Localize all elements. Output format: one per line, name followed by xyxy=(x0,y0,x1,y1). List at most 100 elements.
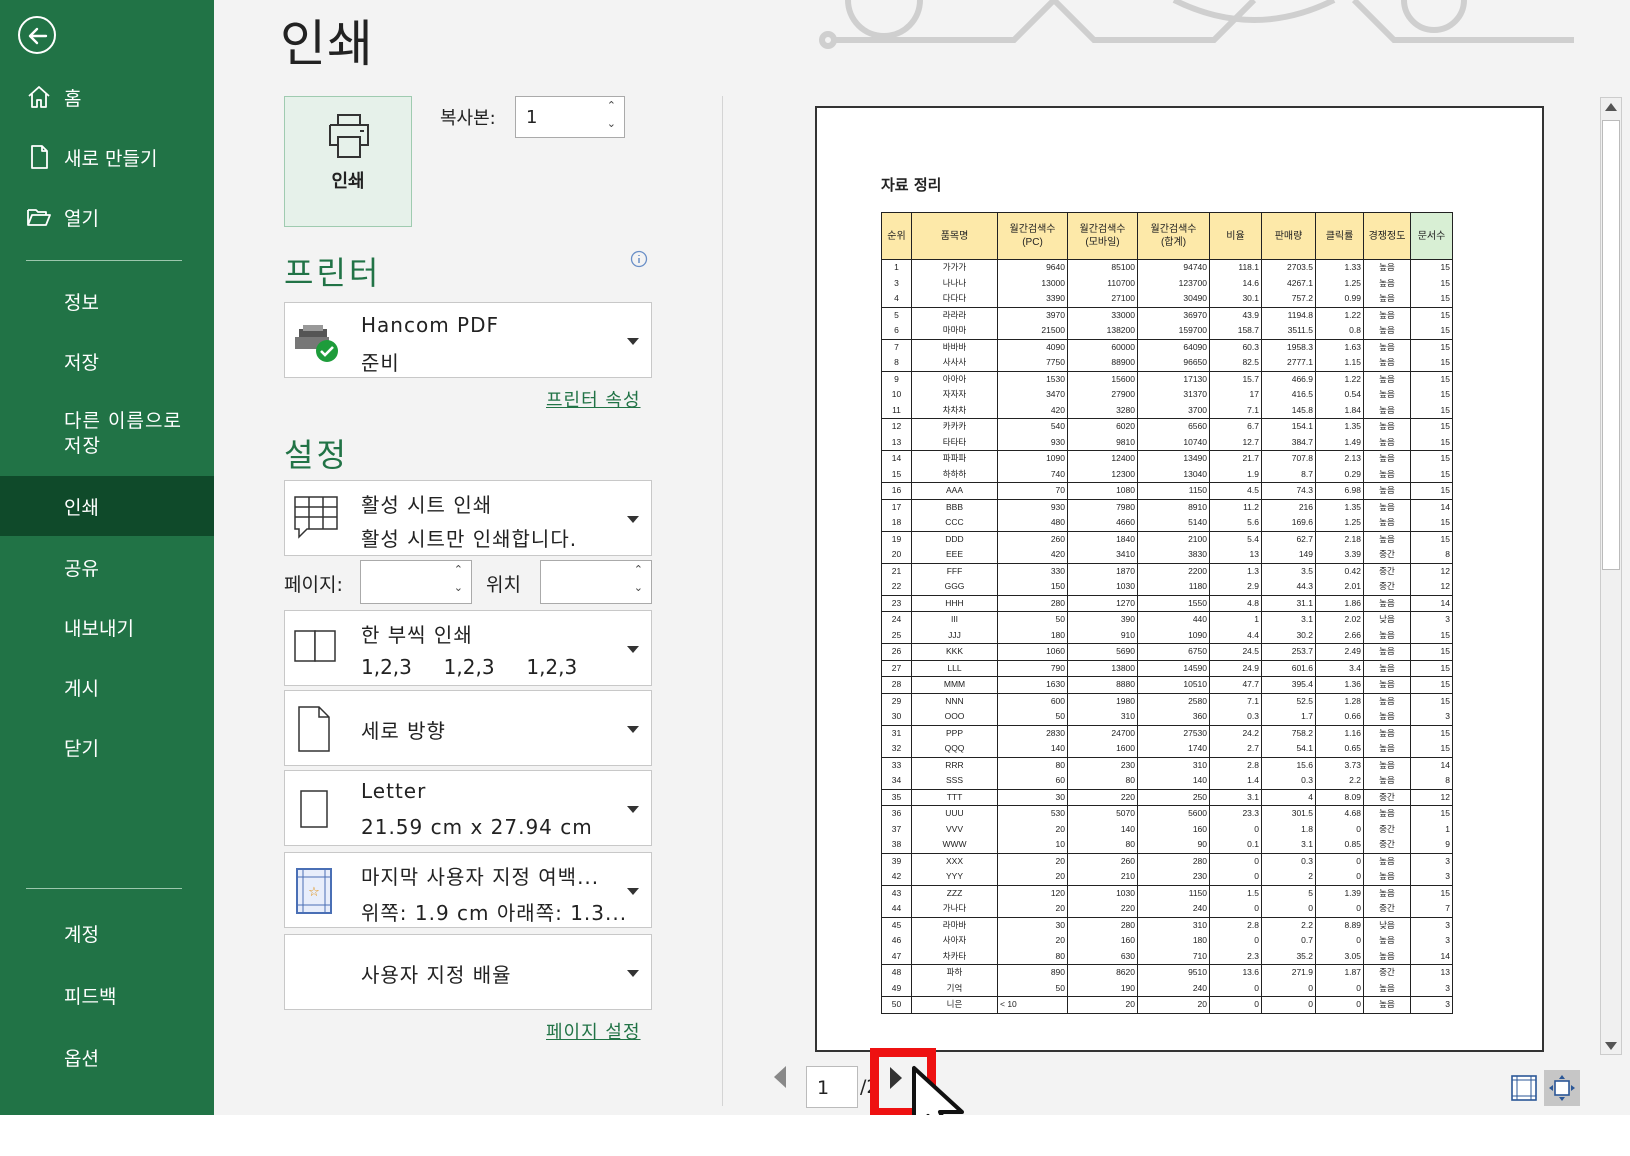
scaling-dropdown[interactable]: 사용자 지정 배율 xyxy=(284,934,652,1010)
table-cell: 140 xyxy=(1067,821,1138,837)
table-cell: 12 xyxy=(1410,788,1453,806)
table-cell: 890 xyxy=(997,964,1068,981)
nav-account[interactable]: 계정 xyxy=(0,906,214,960)
scroll-up-icon[interactable] xyxy=(1605,103,1617,111)
page-setup-link[interactable]: 페이지 설정 xyxy=(546,1018,641,1044)
back-arrow-icon[interactable] xyxy=(18,16,56,54)
scrollbar-thumb[interactable] xyxy=(1602,120,1620,570)
pane-divider xyxy=(722,96,723,1106)
collate-dropdown[interactable]: 한 부씩 인쇄 1,2,3 1,2,3 1,2,3 xyxy=(284,610,652,686)
nav-feedback[interactable]: 피드백 xyxy=(0,968,214,1022)
table-cell: 110700 xyxy=(1067,275,1138,291)
table-row: 9 아아아 1530 15600 17130 15.7 466.9 1.22 높음 15 xyxy=(881,370,1453,387)
table-header-cell: 월간검색수 (모바일) xyxy=(1067,212,1138,260)
table-cell: 14 xyxy=(1410,498,1453,515)
table-cell: 1958.3 xyxy=(1261,338,1316,355)
table-cell: 12400 xyxy=(1067,450,1138,467)
table-cell: 47.7 xyxy=(1209,676,1262,693)
table-cell: 180 xyxy=(997,627,1068,644)
printer-dropdown[interactable]: Hancom PDF 준비 xyxy=(284,302,652,378)
table-cell: 1.33 xyxy=(1315,259,1364,276)
table-cell: 149 xyxy=(1261,547,1316,563)
table-cell: 18 xyxy=(881,515,912,531)
pages-to-spinner[interactable]: ⌃ ⌄ xyxy=(540,560,652,604)
settings-section-title: 설정 xyxy=(284,436,349,474)
table-cell: 1.84 xyxy=(1315,402,1364,419)
table-row: 12 카카카 540 6020 6560 6.7 154.1 1.35 높음 15 xyxy=(881,418,1453,435)
chevron-down-icon[interactable]: ⌄ xyxy=(607,117,616,130)
nav-print[interactable]: 인쇄 xyxy=(0,476,214,536)
nav-options[interactable]: 옵션 xyxy=(0,1030,214,1084)
table-cell: 140 xyxy=(1137,773,1210,789)
table-cell: 9510 xyxy=(1137,964,1210,981)
chevron-down-icon[interactable]: ⌄ xyxy=(454,581,463,594)
scroll-down-icon[interactable] xyxy=(1605,1042,1617,1050)
table-cell: 74.3 xyxy=(1261,482,1316,499)
table-cell: 3.4 xyxy=(1315,659,1364,677)
previous-page-icon[interactable] xyxy=(774,1066,786,1088)
table-cell: 12 xyxy=(881,418,912,435)
print-button-label: 인쇄 xyxy=(331,171,365,192)
nav-close[interactable]: 닫기 xyxy=(0,720,214,774)
table-cell: 15 xyxy=(1410,434,1453,451)
table-cell: 4.5 xyxy=(1209,482,1262,499)
table-cell: LLL xyxy=(911,659,998,677)
table-cell: 중간 xyxy=(1363,821,1411,837)
chevron-up-icon[interactable]: ⌃ xyxy=(454,563,463,576)
print-scope-dropdown[interactable]: 활성 시트 인쇄 활성 시트만 인쇄합니다. xyxy=(284,480,652,556)
pages-from-spinner[interactable]: ⌃ ⌄ xyxy=(360,560,472,604)
table-cell: 540 xyxy=(997,418,1068,435)
preview-scrollbar[interactable] xyxy=(1600,97,1622,1055)
table-row: 37 VVV 20 140 160 0 1.8 0 중간 1 xyxy=(881,821,1453,837)
table-cell: 사사사 xyxy=(911,355,998,371)
table-cell: 13 xyxy=(1209,547,1262,563)
info-icon[interactable] xyxy=(630,250,648,268)
zoom-to-page-button[interactable] xyxy=(1544,1070,1580,1106)
table-cell: 30 xyxy=(881,709,912,725)
chevron-up-icon[interactable]: ⌃ xyxy=(634,563,643,576)
table-cell: 3511.5 xyxy=(1261,323,1316,339)
nav-save[interactable]: 저장 xyxy=(0,334,214,388)
table-cell: 7750 xyxy=(997,355,1068,371)
table-cell: 높음 xyxy=(1363,676,1411,693)
table-cell: 253.7 xyxy=(1261,643,1316,660)
table-cell: VVV xyxy=(911,821,998,837)
paper-size-dropdown[interactable]: Letter 21.59 cm x 27.94 cm xyxy=(284,770,652,846)
nav-publish[interactable]: 게시 xyxy=(0,660,214,714)
table-cell: 80 xyxy=(997,756,1068,773)
table-cell: RRR xyxy=(911,756,998,773)
margins-dropdown[interactable]: ☆ 마지막 사용자 지정 여백... 위쪽: 1.9 cm 아래쪽: 1.3..… xyxy=(284,852,652,928)
nav-new[interactable]: 새로 만들기 xyxy=(0,130,214,184)
nav-save-as[interactable]: 다른 이름으로 저장 xyxy=(0,396,214,472)
nav-info[interactable]: 정보 xyxy=(0,274,214,328)
nav-share[interactable]: 공유 xyxy=(0,540,214,594)
chevron-up-icon[interactable]: ⌃ xyxy=(607,99,616,112)
print-scope-title: 활성 시트 인쇄 xyxy=(361,493,493,517)
table-cell: 높음 xyxy=(1363,450,1411,467)
table-cell: 0.1 xyxy=(1209,837,1262,853)
table-cell: 3700 xyxy=(1137,402,1210,419)
nav-open[interactable]: 열기 xyxy=(0,190,214,244)
table-cell: 15600 xyxy=(1067,370,1138,387)
table-cell: 16 xyxy=(881,482,912,499)
table-cell: 4.68 xyxy=(1315,805,1364,822)
nav-home[interactable]: 홈 xyxy=(0,70,214,124)
printer-properties-link[interactable]: 프린터 속성 xyxy=(546,386,641,412)
table-cell: 0.42 xyxy=(1315,562,1364,579)
show-margins-icon[interactable] xyxy=(1510,1074,1538,1102)
table-cell: 260 xyxy=(997,530,1068,547)
nav-save-label: 저장 xyxy=(64,351,99,374)
current-page-input[interactable]: 1 xyxy=(806,1066,858,1108)
table-cell: 240 xyxy=(1137,980,1210,997)
print-button[interactable]: 인쇄 xyxy=(284,96,412,227)
table-cell: 8 xyxy=(1410,773,1453,789)
table-cell: 3830 xyxy=(1137,547,1210,563)
orientation-dropdown[interactable]: 세로 방향 xyxy=(284,690,652,766)
table-cell: 530 xyxy=(997,805,1068,822)
chevron-down-icon[interactable]: ⌄ xyxy=(634,581,643,594)
table-cell: 2.3 xyxy=(1209,948,1262,965)
nav-export[interactable]: 내보내기 xyxy=(0,600,214,654)
chevron-down-icon xyxy=(627,338,639,345)
table-cell: 17130 xyxy=(1137,370,1210,387)
copies-spinner[interactable]: 1 ⌃ ⌄ xyxy=(515,96,625,138)
